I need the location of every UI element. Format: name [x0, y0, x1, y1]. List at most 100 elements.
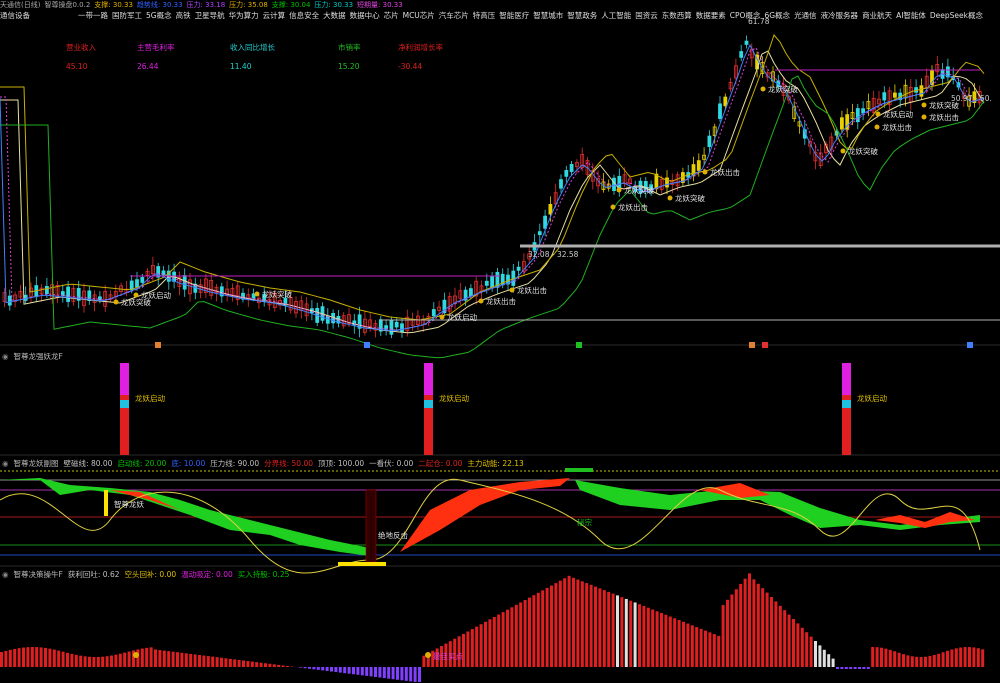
histogram-bar — [409, 667, 413, 682]
histogram-bar — [206, 656, 210, 667]
histogram-bar — [308, 667, 311, 669]
histogram-bar — [360, 667, 364, 676]
histogram-bar — [220, 657, 223, 667]
date-marker — [762, 342, 768, 348]
histogram-bar — [730, 594, 734, 667]
candle — [564, 170, 569, 177]
histogram-bar — [611, 593, 615, 667]
panel3-title: ◉ 智尊决策操牛F 获利回吐: 0.62 空头回补: 0.00 温动吸定: 0.00 买入… — [2, 570, 290, 579]
histogram-bar — [598, 588, 602, 667]
histogram-bar — [343, 667, 347, 674]
signal-icon — [478, 298, 484, 304]
candle — [140, 277, 145, 283]
marker-bar — [565, 468, 593, 472]
panel3-label: 最佳买点 — [433, 651, 463, 661]
histogram-bar — [189, 653, 193, 667]
histogram-bar — [475, 626, 479, 667]
histogram-bar — [233, 659, 237, 667]
signal-icon — [113, 299, 119, 305]
histogram-bar — [396, 667, 399, 680]
histogram-bar — [928, 656, 932, 667]
marker-bar — [338, 562, 386, 566]
histogram-bar — [954, 648, 958, 667]
signal-icon — [616, 187, 622, 193]
panel2-label: 智尊龙妖 — [114, 499, 144, 509]
histogram-bar — [413, 667, 417, 682]
histogram-bar — [352, 667, 355, 675]
panel1-signal-label: 龙妖启动 — [439, 393, 469, 403]
chart-canvas[interactable]: 61.7850.97 - 50.32.08 - 32.58龙妖启动龙妖突破龙妖突… — [0, 0, 1000, 683]
histogram-bar — [822, 649, 826, 667]
histogram-bar — [492, 616, 496, 667]
histogram-bar — [57, 650, 61, 667]
histogram-bar — [418, 667, 421, 682]
signal-bar — [424, 363, 433, 395]
histogram-bar — [299, 667, 303, 668]
histogram-bar — [721, 605, 725, 667]
histogram-bar — [532, 595, 536, 667]
histogram-bar — [162, 650, 166, 667]
histogram-bar — [902, 654, 905, 667]
histogram-bar — [880, 647, 883, 667]
histogram-bar — [523, 600, 527, 667]
histogram-bar — [334, 667, 338, 673]
histogram-bar — [589, 584, 593, 667]
histogram-bar — [871, 647, 875, 667]
histogram-bar — [884, 648, 888, 667]
candle — [548, 203, 553, 215]
chip-icon — [425, 652, 431, 658]
candle — [718, 103, 722, 119]
histogram-bar — [814, 641, 817, 667]
signal-bar — [120, 400, 129, 408]
histogram-bar — [585, 583, 589, 667]
signal-bar — [842, 400, 851, 408]
histogram-bar — [497, 614, 501, 667]
histogram-bar — [651, 609, 655, 667]
histogram-bar — [840, 667, 844, 669]
param-value: 壁磁线: 80.00 — [63, 459, 113, 468]
histogram-bar — [325, 667, 329, 671]
histogram-bar — [316, 667, 320, 670]
histogram-bar — [83, 656, 87, 667]
histogram-bar — [827, 654, 831, 667]
histogram-bar — [752, 579, 756, 667]
histogram-bar — [510, 607, 514, 667]
histogram-bar — [558, 580, 562, 667]
signal-label: 龙妖出击 — [929, 112, 959, 122]
histogram-bar — [79, 655, 83, 667]
candle — [135, 279, 139, 288]
histogram-bar — [620, 597, 624, 667]
signal-icon — [921, 114, 927, 120]
histogram-bar — [215, 657, 219, 667]
histogram-bar — [39, 647, 43, 667]
signal-label: 龙妖突破 — [929, 100, 959, 110]
histogram-bar — [4, 650, 8, 667]
histogram-bar — [941, 652, 945, 667]
histogram-bar — [338, 667, 342, 673]
histogram-bar — [770, 597, 773, 667]
lower-band — [0, 75, 985, 359]
signal-icon — [133, 292, 139, 298]
histogram-bar — [563, 578, 567, 667]
histogram-bar — [946, 650, 949, 667]
histogram-bar — [888, 649, 892, 667]
chip-icon — [133, 652, 139, 658]
signal-bar — [842, 363, 851, 395]
histogram-bar — [228, 658, 232, 667]
histogram-bar — [400, 667, 404, 681]
date-marker — [576, 342, 582, 348]
histogram-bar — [211, 656, 215, 667]
histogram-bar — [849, 667, 853, 669]
histogram-bar — [484, 621, 487, 667]
histogram-bar — [387, 667, 391, 679]
histogram-bar — [655, 611, 659, 667]
candle — [389, 319, 394, 335]
panel2-label: 绝地反击 — [378, 530, 408, 540]
histogram-bar — [726, 599, 729, 667]
red-band — [400, 478, 570, 552]
histogram-bar — [176, 652, 179, 667]
histogram-bar — [488, 619, 492, 667]
histogram-bar — [818, 645, 822, 667]
histogram-bar — [272, 664, 276, 667]
param-value: 温动吸定: 0.00 — [181, 570, 233, 579]
